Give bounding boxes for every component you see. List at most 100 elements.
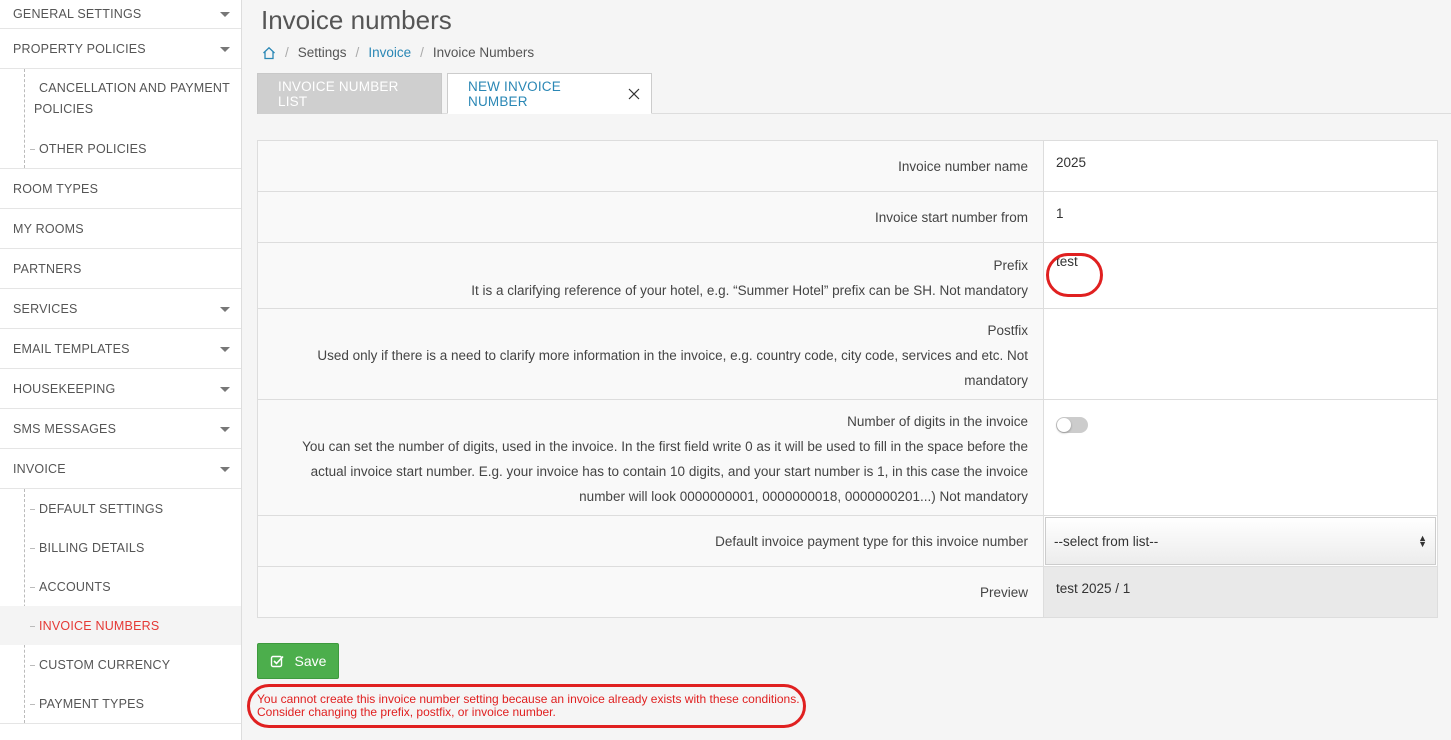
field-label: Preview [258, 567, 1044, 617]
sidebar-item-label: CANCELLATION AND PAYMENT POLICIES [34, 81, 230, 116]
tab-bar: INVOICE NUMBER LIST NEW INVOICE NUMBER [257, 73, 652, 114]
page-title: Invoice numbers [261, 5, 452, 35]
sidebar-subgroup-policies: CANCELLATION AND PAYMENT POLICIES OTHER … [0, 69, 241, 169]
chevron-down-icon [220, 306, 230, 312]
breadcrumb-current: Invoice Numbers [432, 45, 535, 60]
sidebar-subitem-cancellation[interactable]: CANCELLATION AND PAYMENT POLICIES [0, 69, 241, 129]
field-description: You can set the number of digits, used i… [302, 439, 1028, 504]
sidebar-item-label: INVOICE [13, 461, 66, 476]
digits-field [1044, 400, 1437, 515]
sidebar-subitem-accounts[interactable]: ACCOUNTS [0, 567, 241, 606]
tab-invoice-number-list[interactable]: INVOICE NUMBER LIST [257, 73, 442, 114]
payment-type-field: --select from list-- ▲ ▼ [1044, 516, 1437, 566]
prefix-input[interactable]: test [1044, 243, 1437, 308]
sidebar-subitem-payment-types[interactable]: PAYMENT TYPES [0, 684, 241, 723]
sidebar-item-partners[interactable]: PARTNERS [0, 249, 241, 289]
sidebar-item-label: ROOM TYPES [13, 181, 99, 196]
sidebar-item-label: SMS MESSAGES [13, 421, 117, 436]
sidebar-item-label: PAYMENT TYPES [39, 696, 145, 711]
invoice-number-form: Invoice number name 2025 Invoice start n… [257, 140, 1438, 618]
sidebar-subitem-default-settings[interactable]: DEFAULT SETTINGS [0, 489, 241, 528]
select-value: --select from list-- [1054, 533, 1159, 549]
sidebar-item-property-policies[interactable]: PROPERTY POLICIES [0, 29, 241, 69]
preview-value: test 2025 / 1 [1044, 567, 1437, 617]
field-label: Postfix Used only if there is a need to … [258, 309, 1044, 399]
field-value: 2025 [1056, 155, 1087, 170]
field-title: Prefix [993, 258, 1028, 273]
field-label: Prefix It is a clarifying reference of y… [258, 243, 1044, 308]
tab-new-invoice-number[interactable]: NEW INVOICE NUMBER [447, 73, 652, 114]
sidebar-item-general-settings[interactable]: GENERAL SETTINGS [0, 0, 241, 29]
sidebar-item-label: INVOICE NUMBERS [39, 618, 160, 633]
chevron-down-icon [220, 12, 230, 17]
field-label: Default invoice payment type for this in… [258, 516, 1044, 566]
prefix-highlight [1046, 253, 1103, 297]
sidebar-item-services[interactable]: SERVICES [0, 289, 241, 329]
invoice-start-number-input[interactable]: 1 [1044, 192, 1437, 242]
home-icon[interactable] [262, 46, 276, 60]
invoice-number-name-input[interactable]: 2025 [1044, 141, 1437, 191]
form-row-preview: Preview test 2025 / 1 [258, 567, 1437, 617]
breadcrumb-settings: Settings [297, 45, 347, 60]
field-label: Number of digits in the invoice You can … [258, 400, 1044, 515]
form-row-payment-type: Default invoice payment type for this in… [258, 516, 1437, 567]
sidebar-subgroup-invoice: DEFAULT SETTINGS BILLING DETAILS ACCOUNT… [0, 489, 241, 724]
chevron-down-icon [220, 386, 230, 392]
sidebar-item-label: BILLING DETAILS [39, 540, 145, 555]
form-row-postfix: Postfix Used only if there is a need to … [258, 309, 1437, 400]
sidebar-item-sms-messages[interactable]: SMS MESSAGES [0, 409, 241, 449]
save-button[interactable]: Save [257, 643, 339, 679]
sidebar-item-label: PARTNERS [13, 261, 82, 276]
field-label: Invoice start number from [258, 192, 1044, 242]
breadcrumb-invoice-link[interactable]: Invoice [368, 45, 411, 60]
form-row-prefix: Prefix It is a clarifying reference of y… [258, 243, 1437, 309]
sidebar: GENERAL SETTINGS PROPERTY POLICIES CANCE… [0, 0, 242, 740]
sidebar-item-label: ACCOUNTS [39, 579, 111, 594]
sidebar-item-email-templates[interactable]: EMAIL TEMPLATES [0, 329, 241, 369]
sidebar-subitem-billing-details[interactable]: BILLING DETAILS [0, 528, 241, 567]
sidebar-item-room-types[interactable]: ROOM TYPES [0, 169, 241, 209]
sidebar-subitem-invoice-numbers[interactable]: INVOICE NUMBERS [0, 606, 241, 645]
main-content: Invoice numbers / Settings / Invoice / I… [242, 0, 1451, 740]
sidebar-item-label: CUSTOM CURRENCY [39, 657, 171, 672]
field-description: It is a clarifying reference of your hot… [471, 283, 1028, 298]
sidebar-subitem-custom-currency[interactable]: CUSTOM CURRENCY [0, 645, 241, 684]
sidebar-subitem-other-policies[interactable]: OTHER POLICIES [0, 129, 241, 168]
chevron-down-icon [220, 346, 230, 352]
sidebar-item-housekeeping[interactable]: HOUSEKEEPING [0, 369, 241, 409]
tab-label: NEW INVOICE NUMBER [468, 78, 561, 109]
form-row-start: Invoice start number from 1 [258, 192, 1437, 243]
sidebar-item-my-rooms[interactable]: MY ROOMS [0, 209, 241, 249]
field-description: Used only if there is a need to clarify … [317, 348, 1028, 388]
field-title: Preview [979, 585, 1028, 600]
payment-type-select[interactable]: --select from list-- ▲ ▼ [1045, 517, 1436, 565]
chevron-down-icon [220, 46, 230, 52]
tab-label: INVOICE NUMBER LIST [278, 79, 399, 109]
sidebar-item-label: SERVICES [13, 301, 78, 316]
field-value: 1 [1056, 206, 1064, 221]
digits-toggle[interactable] [1056, 417, 1088, 433]
field-title: Invoice start number from [874, 210, 1028, 225]
form-row-digits: Number of digits in the invoice You can … [258, 400, 1437, 516]
sidebar-item-label: HOUSEKEEPING [13, 381, 116, 396]
field-label: Invoice number name [258, 141, 1044, 191]
check-icon [270, 654, 284, 668]
error-message: You cannot create this invoice number se… [257, 692, 800, 719]
breadcrumb-separator: / [355, 45, 360, 60]
sidebar-item-label: PROPERTY POLICIES [13, 41, 146, 56]
close-icon[interactable] [627, 87, 641, 101]
breadcrumb: / Settings / Invoice / Invoice Numbers [262, 45, 534, 60]
postfix-input[interactable] [1044, 309, 1437, 399]
select-arrows-icon: ▲ ▼ [1418, 533, 1427, 549]
field-title: Invoice number name [898, 159, 1028, 174]
sidebar-item-invoice[interactable]: INVOICE [0, 449, 241, 489]
field-title: Default invoice payment type for this in… [715, 534, 1028, 549]
form-row-name: Invoice number name 2025 [258, 141, 1437, 192]
breadcrumb-separator: / [420, 45, 424, 60]
field-title: Number of digits in the invoice [847, 414, 1028, 429]
save-button-label: Save [294, 653, 327, 669]
sidebar-item-label: DEFAULT SETTINGS [39, 501, 164, 516]
breadcrumb-separator: / [285, 45, 289, 60]
sidebar-item-label: GENERAL SETTINGS [13, 7, 142, 21]
field-title: Postfix [987, 323, 1028, 338]
